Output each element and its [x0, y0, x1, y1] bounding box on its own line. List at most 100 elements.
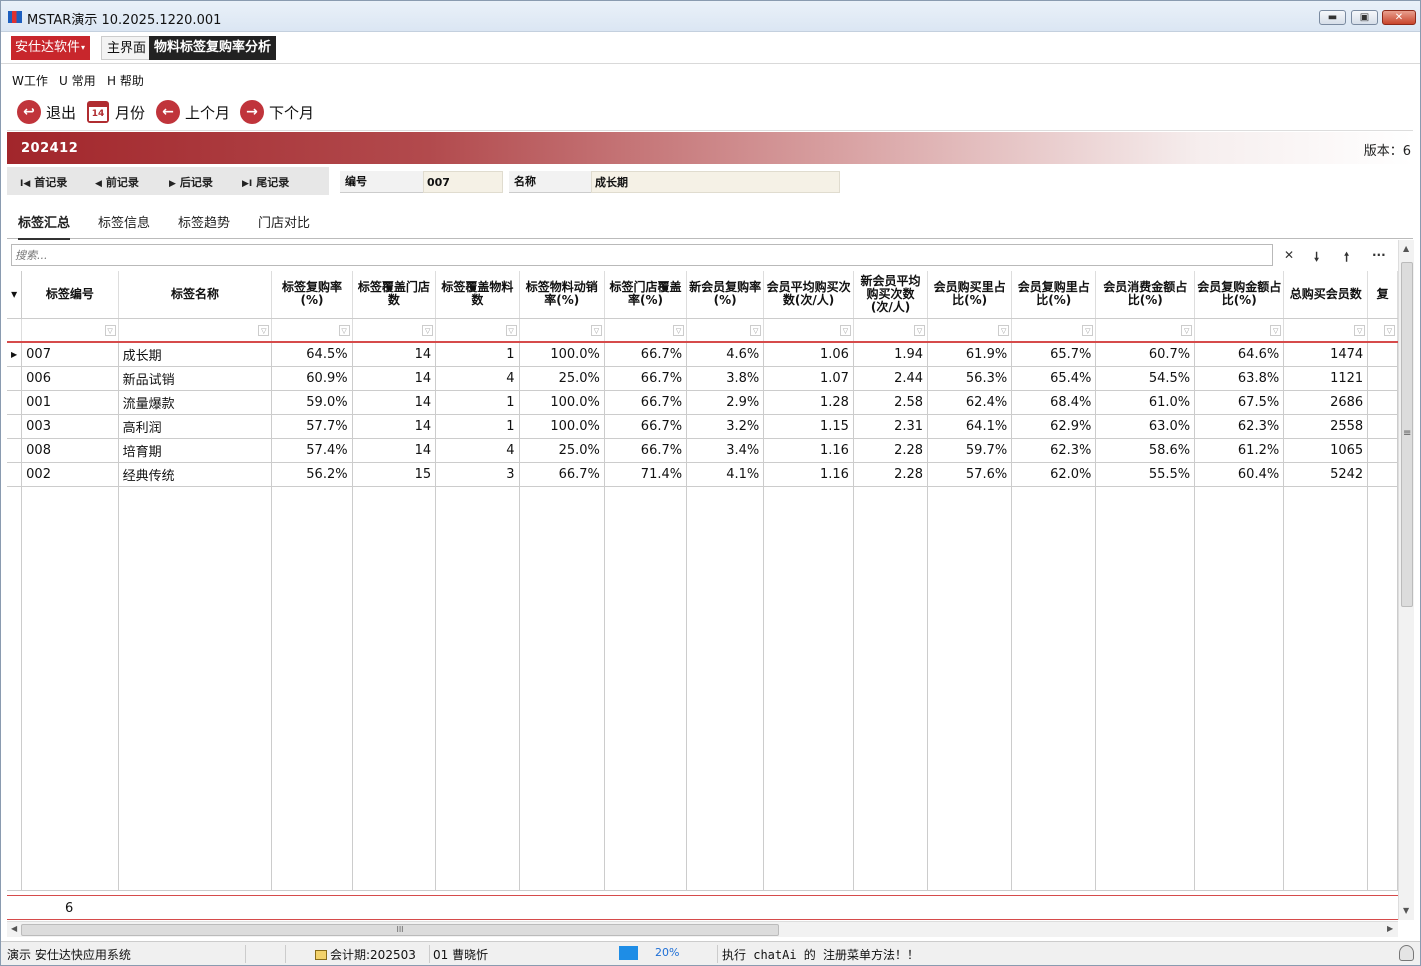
table-cell[interactable]: 成长期: [118, 342, 273, 367]
column-filter[interactable]: ▽: [271, 318, 353, 343]
tab-repurchase-analysis[interactable]: 物料标签复购率分析: [149, 36, 277, 60]
table-cell[interactable]: 经典传统: [118, 462, 273, 487]
table-cell[interactable]: 67.5%: [1194, 390, 1285, 415]
menu-help[interactable]: H 帮助: [107, 72, 144, 89]
prev-month-button[interactable]: ← 上个月: [156, 99, 230, 125]
column-header[interactable]: 新会员平均购买次数(次/人): [853, 271, 929, 319]
column-header[interactable]: 新会员复购率(%): [686, 271, 765, 319]
table-cell[interactable]: 2.9%: [686, 390, 765, 415]
table-cell[interactable]: 3.8%: [686, 366, 765, 391]
table-cell[interactable]: 64.6%: [1194, 342, 1285, 367]
table-row[interactable]: 003 高利润 57.7% 14 1 100.0% 66.7% 3.2% 1.15 2.31 64.…: [7, 414, 1398, 439]
table-cell[interactable]: 62.3%: [1194, 414, 1285, 439]
first-record-button[interactable]: I◀ 首记录: [20, 174, 67, 190]
table-cell[interactable]: 57.4%: [271, 438, 353, 463]
table-cell[interactable]: 15: [352, 462, 437, 487]
table-cell[interactable]: 2558: [1283, 414, 1369, 439]
scroll-up-icon[interactable]: ▲: [1403, 244, 1409, 253]
column-header[interactable]: 会员平均购买次数(次/人): [763, 271, 854, 319]
table-cell[interactable]: 4.6%: [686, 342, 765, 367]
table-cell[interactable]: 2.58: [853, 390, 929, 415]
search-more-icon[interactable]: ···: [1372, 248, 1386, 262]
month-button[interactable]: 14 月份: [87, 99, 145, 125]
table-cell[interactable]: 68.4%: [1011, 390, 1097, 415]
table-row[interactable]: ▶ 007 成长期 64.5% 14 1 100.0% 66.7% 4.6% 1.06 1.94 61…: [7, 342, 1398, 367]
table-cell[interactable]: 2.28: [853, 438, 929, 463]
row-indicator[interactable]: [7, 366, 23, 391]
column-filter[interactable]: ▽: [1367, 318, 1398, 343]
table-cell[interactable]: [1367, 438, 1398, 463]
column-filter[interactable]: ▽: [1011, 318, 1097, 343]
table-cell[interactable]: 14: [352, 366, 437, 391]
menu-work[interactable]: W工作: [12, 72, 48, 89]
column-filter[interactable]: ▽: [686, 318, 765, 343]
column-filter[interactable]: ▽: [435, 318, 520, 343]
table-cell[interactable]: 100.0%: [519, 390, 605, 415]
row-indicator[interactable]: ▶: [7, 342, 23, 367]
column-header[interactable]: 标签覆盖物料数: [435, 271, 520, 319]
column-filter[interactable]: ▽: [1095, 318, 1196, 343]
table-cell[interactable]: 66.7%: [604, 438, 688, 463]
table-cell[interactable]: 66.7%: [519, 462, 605, 487]
filter-icon[interactable]: ▽: [505, 324, 517, 336]
filter-icon[interactable]: ▽: [750, 324, 762, 336]
table-cell[interactable]: 2686: [1283, 390, 1369, 415]
table-cell[interactable]: 2.44: [853, 366, 929, 391]
table-cell[interactable]: 61.2%: [1194, 438, 1285, 463]
row-indicator[interactable]: [7, 414, 23, 439]
table-cell[interactable]: 25.0%: [519, 366, 605, 391]
filter-icon[interactable]: ▽: [998, 324, 1010, 336]
table-cell[interactable]: 3.4%: [686, 438, 765, 463]
tab-tag-summary[interactable]: 标签汇总: [18, 212, 71, 241]
filter-icon[interactable]: ▽: [673, 324, 685, 336]
filter-icon[interactable]: ▽: [590, 324, 602, 336]
table-cell[interactable]: 66.7%: [604, 414, 688, 439]
table-cell[interactable]: 57.7%: [271, 414, 353, 439]
column-filter[interactable]: ▽: [352, 318, 437, 343]
column-header[interactable]: 标签复购率(%): [271, 271, 353, 319]
table-cell[interactable]: 4.1%: [686, 462, 765, 487]
name-field[interactable]: 成长期: [591, 171, 840, 193]
table-cell[interactable]: 60.4%: [1194, 462, 1285, 487]
table-cell[interactable]: 60.7%: [1095, 342, 1196, 367]
tab-home[interactable]: 主界面: [101, 36, 153, 60]
column-header[interactable]: 标签覆盖门店数: [352, 271, 437, 319]
table-cell[interactable]: 57.6%: [927, 462, 1013, 487]
table-cell[interactable]: 62.4%: [927, 390, 1013, 415]
table-cell[interactable]: 62.3%: [1011, 438, 1097, 463]
scroll-right-icon[interactable]: ▶: [1387, 924, 1393, 933]
table-cell[interactable]: 1.15: [763, 414, 854, 439]
table-cell[interactable]: 培育期: [118, 438, 273, 463]
column-header[interactable]: 标签门店覆盖率(%): [604, 271, 688, 319]
table-cell[interactable]: 1: [435, 342, 520, 367]
column-filter[interactable]: ▽: [604, 318, 688, 343]
tab-tag-info[interactable]: 标签信息: [98, 212, 150, 231]
column-header[interactable]: 会员复购里占比(%): [1011, 271, 1097, 319]
column-header[interactable]: 标签编号: [21, 271, 119, 319]
filter-icon[interactable]: ▽: [1270, 324, 1282, 336]
code-field[interactable]: 007: [423, 171, 503, 193]
table-cell[interactable]: 14: [352, 390, 437, 415]
table-cell[interactable]: 60.9%: [271, 366, 353, 391]
table-cell[interactable]: 62.9%: [1011, 414, 1097, 439]
table-cell[interactable]: 56.2%: [271, 462, 353, 487]
table-cell[interactable]: 59.0%: [271, 390, 353, 415]
table-cell[interactable]: 1.28: [763, 390, 854, 415]
table-row[interactable]: 002 经典传统 56.2% 15 3 66.7% 71.4% 4.1% 1.16 2.28 57.…: [7, 462, 1398, 487]
table-cell[interactable]: 5242: [1283, 462, 1369, 487]
table-row[interactable]: 001 流量爆款 59.0% 14 1 100.0% 66.7% 2.9% 1.28 2.58 62…: [7, 390, 1398, 415]
filter-icon[interactable]: ▽: [104, 324, 116, 336]
column-header[interactable]: 会员购买里占比(%): [927, 271, 1013, 319]
menu-common[interactable]: U 常用: [59, 72, 96, 89]
table-row[interactable]: 006 新品试销 60.9% 14 4 25.0% 66.7% 3.8% 1.07 2.44 56.…: [7, 366, 1398, 391]
filter-icon[interactable]: ▽: [1384, 324, 1395, 336]
column-header[interactable]: 复: [1367, 271, 1398, 319]
row-indicator[interactable]: [7, 462, 23, 487]
filter-icon[interactable]: ▽: [338, 324, 350, 336]
table-cell[interactable]: 4: [435, 438, 520, 463]
next-record-button[interactable]: ▶ 后记录: [169, 174, 213, 190]
column-header[interactable]: 总购买会员数: [1283, 271, 1369, 319]
table-cell[interactable]: 54.5%: [1095, 366, 1196, 391]
last-record-button[interactable]: ▶I 尾记录: [242, 174, 289, 190]
table-cell[interactable]: 3: [435, 462, 520, 487]
